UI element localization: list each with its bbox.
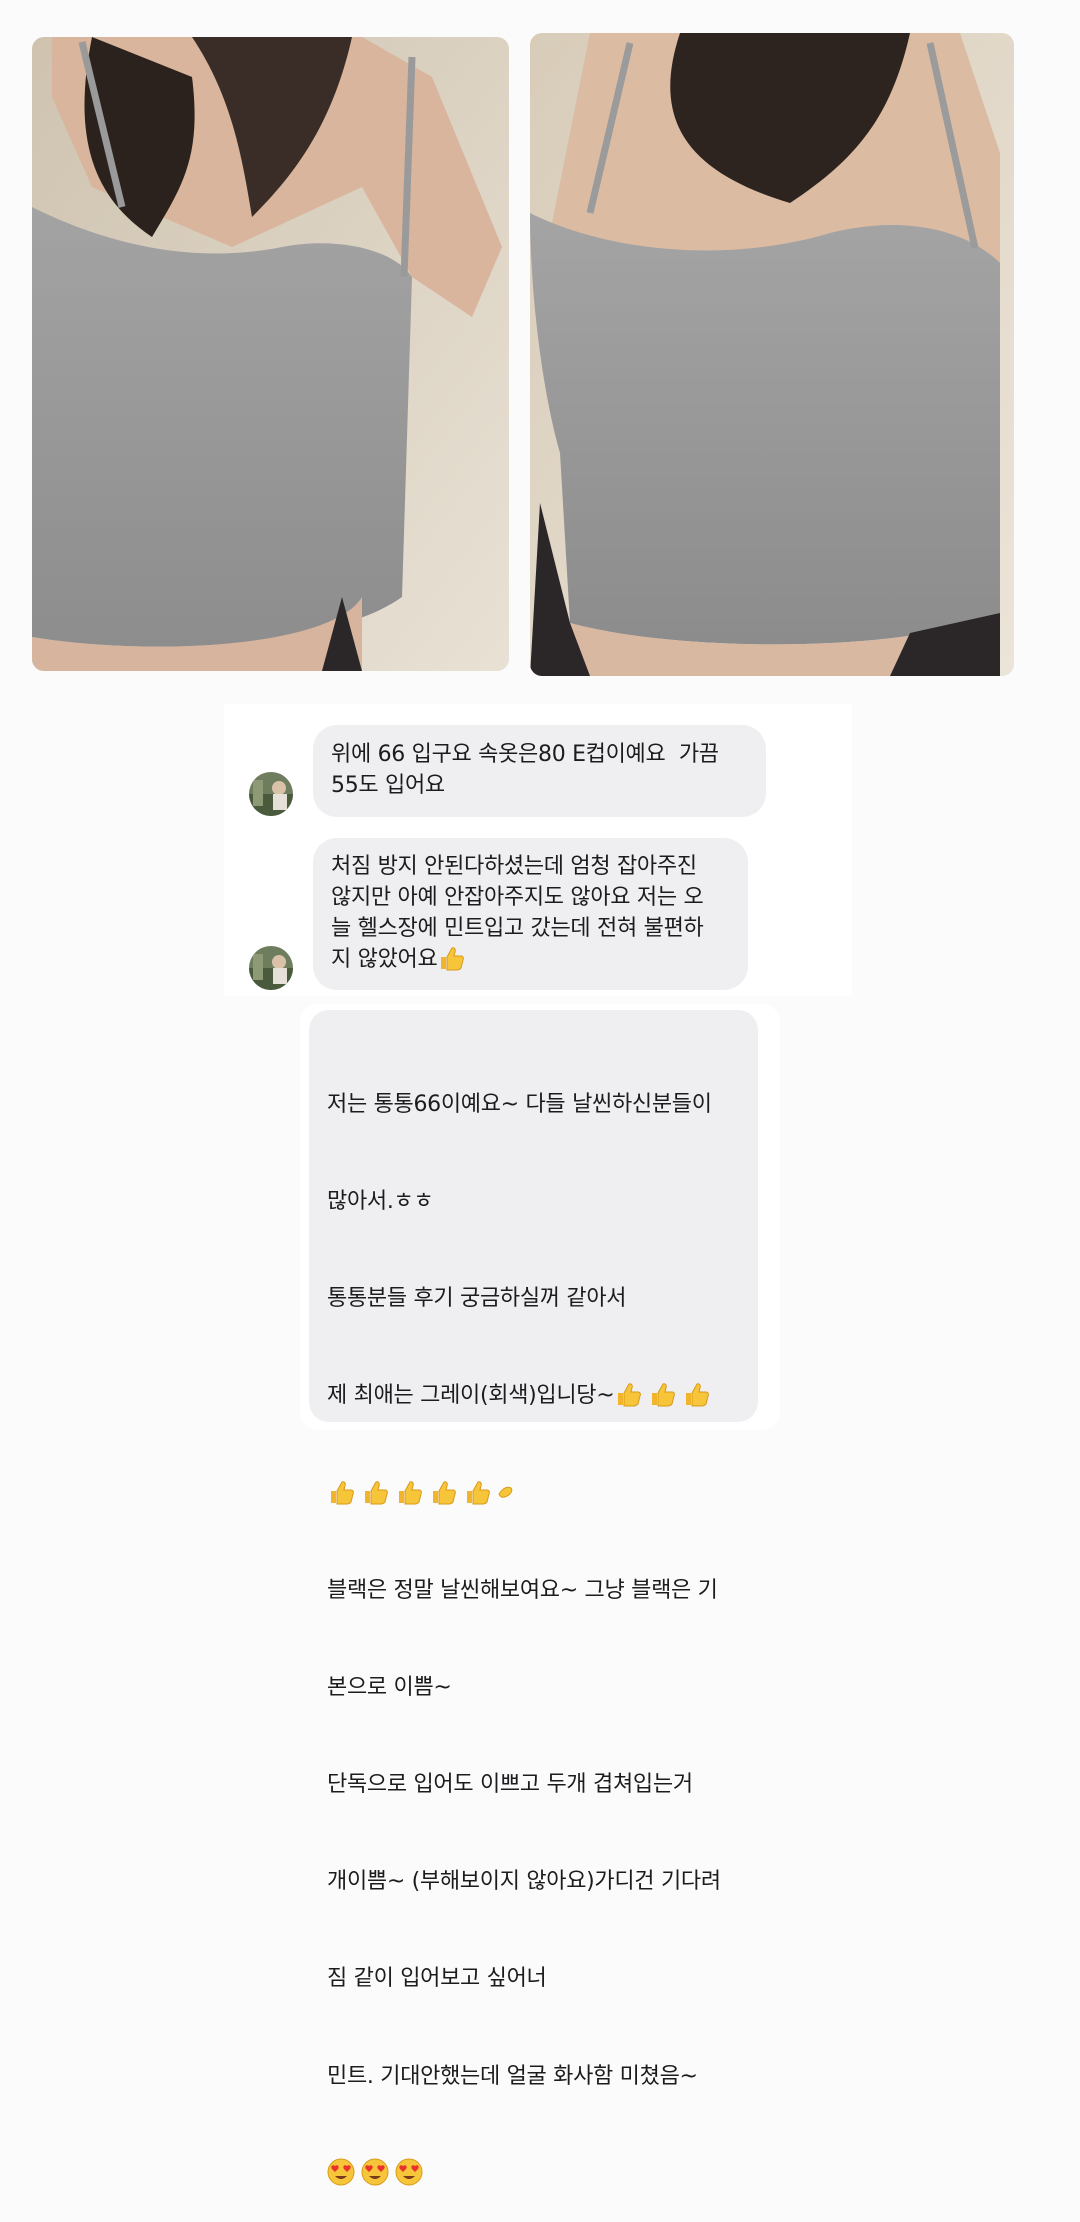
heart-eyes-icon [361, 2158, 389, 2186]
review-line: 본으로 이쁨~ [327, 1674, 452, 1700]
avatar-image [249, 946, 293, 990]
review-photo-right[interactable] [530, 33, 1014, 676]
review-line: 블랙은 정말 날씬해보여요~ 그냥 블랙은 기 [327, 1577, 718, 1603]
message-text: 위에 66 입구요 속옷은80 E컵이예요 가끔 55도 입어요 [331, 742, 719, 798]
review-line: 많아서.ㅎㅎ [327, 1189, 434, 1215]
thumbs-up-icon [614, 1380, 642, 1408]
review-photo-left[interactable] [32, 37, 509, 671]
partial-thumbs-up-icon [497, 1478, 515, 1506]
avatar[interactable] [249, 946, 293, 990]
thumbs-up-icon [648, 1380, 676, 1408]
avatar[interactable] [249, 772, 293, 816]
review-line-text: 제 최애는 그레이(회색)입니당~ [327, 1383, 615, 1409]
review-line: 짐 같이 입어보고 싶어너 [327, 1966, 547, 1992]
review-line: 단독으로 입어도 이쁘고 두개 겹쳐입는거 [327, 1771, 693, 1797]
message-bubble: 위에 66 입구요 속옷은80 E컵이예요 가끔 55도 입어요 [313, 725, 766, 817]
heart-eyes-icon [327, 2158, 355, 2186]
message-bubble: 처짐 방지 안된다하셨는데 엄청 잡아주진 않지만 아예 안잡아주지도 않아요 … [313, 838, 748, 990]
thumbs-up-icon [327, 1478, 355, 1506]
review-bubble: 저는 통통66이예요~ 다들 날씬하신분들이 많아서.ㅎㅎ 통통분들 후기 궁금… [309, 1010, 758, 2186]
message-text: 처짐 방지 안된다하셨는데 엄청 잡아주진 않지만 아예 안잡아주지도 않아요 … [331, 854, 704, 972]
thumbs-up-icon [437, 944, 465, 972]
photo-right-image [530, 33, 1014, 676]
review-line: 개이쁨~ (부해보이지 않아요)가디건 기다려 [327, 1869, 721, 1895]
thumbs-up-icon [395, 1478, 423, 1506]
avatar-image [249, 772, 293, 816]
thumbs-up-icon [463, 1478, 491, 1506]
review-line: 제 최애는 그레이(회색)입니당~ [327, 1380, 744, 1412]
thumbs-up-icon [429, 1478, 457, 1506]
emoji-row [327, 1478, 744, 1510]
review-line: 통통분들 후기 궁금하실꺼 같아서 [327, 1286, 627, 1312]
thumbs-up-icon [361, 1478, 389, 1506]
thumbs-up-icon [682, 1380, 710, 1408]
review-line: 민트. 기대안했는데 얼굴 화사함 미쳤음~ [327, 2063, 698, 2089]
heart-eyes-icon [395, 2158, 423, 2186]
emoji-row [327, 2158, 744, 2190]
photo-left-image [32, 37, 509, 671]
review-line: 저는 통통66이예요~ 다들 날씬하신분들이 [327, 1091, 712, 1117]
